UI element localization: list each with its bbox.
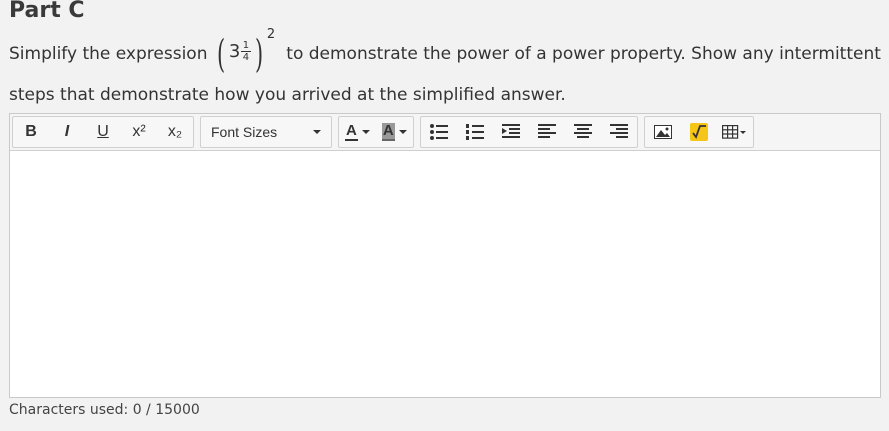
rich-text-editor: B I U x² x₂ Font Sizes A A xyxy=(9,113,881,398)
part-title: Part C xyxy=(9,0,85,23)
align-center-icon xyxy=(573,124,592,138)
insert-group xyxy=(643,116,754,148)
subscript-button[interactable]: x₂ xyxy=(157,118,193,146)
bullet-list-button[interactable] xyxy=(421,118,457,146)
insert-table-button[interactable] xyxy=(717,118,753,146)
underline-icon: U xyxy=(97,123,109,140)
prompt-text-before: Simplify the expression xyxy=(9,44,208,64)
math-whole: 3 xyxy=(228,41,241,62)
indent-icon xyxy=(501,124,520,138)
font-sizes-label: Font Sizes xyxy=(211,124,278,140)
align-right-icon xyxy=(609,124,628,138)
superscript-button[interactable]: x² xyxy=(121,118,157,146)
font-size-group: Font Sizes xyxy=(200,116,332,148)
bold-button[interactable]: B xyxy=(13,118,49,146)
superscript-icon: x² xyxy=(132,123,146,140)
underline-button[interactable]: U xyxy=(85,118,121,146)
subscript-icon: x₂ xyxy=(167,123,183,140)
editor-text-area[interactable] xyxy=(10,151,880,398)
image-icon xyxy=(653,125,672,139)
paragraph-group xyxy=(419,116,638,148)
font-color-icon: A xyxy=(345,122,358,141)
math-expression: ( 3 1 4 ) 2 xyxy=(216,27,276,76)
math-denominator: 4 xyxy=(242,52,250,63)
insert-equation-button[interactable] xyxy=(681,118,717,146)
align-left-icon xyxy=(537,124,556,138)
numbered-list-icon xyxy=(465,124,484,140)
table-icon xyxy=(721,125,746,139)
numbered-list-button[interactable] xyxy=(457,118,493,146)
background-color-button[interactable]: A xyxy=(376,118,413,146)
font-sizes-dropdown[interactable]: Font Sizes xyxy=(201,118,331,146)
indent-button[interactable] xyxy=(493,118,529,146)
align-left-button[interactable] xyxy=(529,118,565,146)
bullet-list-icon xyxy=(429,124,448,140)
align-center-button[interactable] xyxy=(565,118,601,146)
math-numerator: 1 xyxy=(240,40,251,52)
font-color-button[interactable]: A xyxy=(339,118,376,146)
insert-image-button[interactable] xyxy=(645,118,681,146)
bold-icon: B xyxy=(25,123,37,140)
chevron-down-icon xyxy=(361,130,370,134)
italic-button[interactable]: I xyxy=(49,118,85,146)
math-fraction: 1 4 xyxy=(240,40,251,63)
format-group: B I U x² x₂ xyxy=(12,116,194,148)
italic-icon: I xyxy=(64,123,70,140)
equation-icon xyxy=(689,123,708,141)
background-color-icon: A xyxy=(381,122,395,141)
chevron-down-icon xyxy=(398,130,407,134)
editor-toolbar: B I U x² x₂ Font Sizes A A xyxy=(10,114,880,151)
chevron-down-icon xyxy=(313,130,321,134)
color-group: A A xyxy=(338,116,414,148)
question-prompt: Simplify the expression ( 3 1 4 ) 2 to d… xyxy=(9,27,884,112)
align-right-button[interactable] xyxy=(601,118,637,146)
character-count: Characters used: 0 / 15000 xyxy=(9,402,200,418)
math-exponent: 2 xyxy=(266,27,276,42)
